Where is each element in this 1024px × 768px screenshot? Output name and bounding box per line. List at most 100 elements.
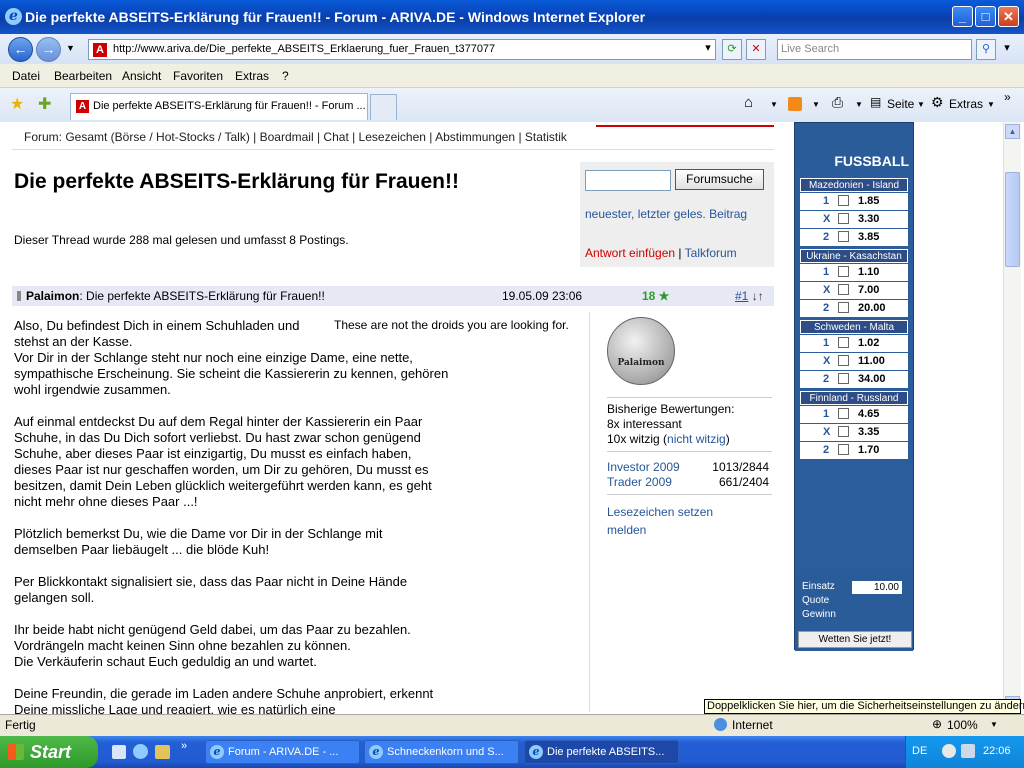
zone-text[interactable]: Internet xyxy=(732,718,773,732)
rss-feed-icon[interactable] xyxy=(788,97,802,111)
menu-ansicht[interactable]: Ansicht xyxy=(122,69,161,83)
extras-menu[interactable]: Extras xyxy=(949,97,983,111)
bookmark-link[interactable]: Lesezeichen setzen xyxy=(607,505,713,519)
menu-help[interactable]: ? xyxy=(282,69,289,83)
chevron-more-icon[interactable]: » xyxy=(1004,90,1011,104)
odds-key: 1 xyxy=(823,408,830,420)
tab-active[interactable]: A Die perfekte ABSEITS-Erklärung für Fra… xyxy=(70,93,368,120)
avatar[interactable]: Palaimon xyxy=(607,317,675,385)
odds-checkbox[interactable] xyxy=(838,426,849,437)
odds-key: X xyxy=(823,355,831,367)
talkforum-link[interactable]: Talkforum xyxy=(685,246,737,260)
task-forum-ariva[interactable]: e Forum - ARIVA.DE - ... xyxy=(205,740,360,764)
post-number-link[interactable]: #1 xyxy=(735,289,748,303)
odds-checkbox[interactable] xyxy=(838,337,849,348)
stop-button[interactable]: ✕ xyxy=(746,39,766,60)
odds-value: 4.65 xyxy=(858,408,880,420)
odds-checkbox[interactable] xyxy=(838,231,849,242)
task-ie-icon: e xyxy=(529,745,543,759)
quicklaunch-more-icon[interactable]: » xyxy=(181,740,187,752)
search-options-icon[interactable]: ▾ xyxy=(997,39,1017,60)
report-link[interactable]: melden xyxy=(607,523,646,537)
minimize-button[interactable]: _ xyxy=(952,6,973,27)
favorites-star-icon[interactable]: ★ xyxy=(10,94,24,114)
quicklaunch-ie-icon[interactable] xyxy=(133,744,148,759)
trader-value: 661/2404 xyxy=(718,475,769,489)
odds-checkbox[interactable] xyxy=(838,195,849,206)
ariva-favicon-icon: A xyxy=(93,43,107,57)
add-favorite-icon[interactable]: ✚ xyxy=(38,94,51,114)
menu-favoriten[interactable]: Favoriten xyxy=(173,69,223,83)
odds-checkbox[interactable] xyxy=(838,266,849,277)
post-author-line: Palaimon: Die perfekte ABSEITS-Erklärung… xyxy=(26,286,325,306)
forum-search-input[interactable] xyxy=(585,170,671,191)
start-button[interactable]: Start xyxy=(0,736,98,768)
answer-link[interactable]: Antwort einfügen xyxy=(585,246,675,260)
print-dropdown-icon[interactable]: ▼ xyxy=(855,100,863,109)
odds-checkbox[interactable] xyxy=(838,284,849,295)
live-search-input[interactable]: Live Search xyxy=(777,39,972,60)
close-window-button[interactable]: ✕ xyxy=(998,6,1019,27)
home-icon[interactable]: ⌂ xyxy=(744,94,753,111)
feed-dropdown-icon[interactable]: ▼ xyxy=(812,100,820,109)
quicklaunch-explorer-icon[interactable] xyxy=(155,745,170,759)
forward-button[interactable]: → xyxy=(36,37,61,62)
odds-row: 1 4.65 xyxy=(800,406,908,423)
forum-top-nav[interactable]: Forum: Gesamt (Börse / Hot-Stocks / Talk… xyxy=(12,126,774,150)
zoom-level[interactable]: 100% xyxy=(947,718,978,732)
history-dropdown-icon[interactable]: ▼ xyxy=(66,43,75,53)
home-dropdown-icon[interactable]: ▼ xyxy=(770,100,778,109)
ad-header: FUSSBALL xyxy=(795,123,913,171)
window-title: Die perfekte ABSEITS-Erklärung für Fraue… xyxy=(25,9,646,25)
einsatz-input[interactable]: 10.00 xyxy=(852,581,902,594)
nicht-witzig-link[interactable]: nicht witzig xyxy=(667,432,726,446)
odds-value: 7.00 xyxy=(858,284,880,296)
odds-checkbox[interactable] xyxy=(838,213,849,224)
zoom-dropdown-icon[interactable]: ▼ xyxy=(990,720,998,729)
odds-checkbox[interactable] xyxy=(838,355,849,366)
scroll-thumb[interactable] xyxy=(1005,172,1020,267)
tray-status-icon[interactable] xyxy=(942,744,956,758)
seite-dropdown-icon[interactable]: ▼ xyxy=(917,100,925,109)
investor-link[interactable]: Investor 2009 xyxy=(607,460,680,474)
url-dropdown-icon[interactable]: ▾ xyxy=(698,39,718,60)
menu-bearbeiten[interactable]: Bearbeiten xyxy=(54,69,112,83)
search-icon[interactable]: ⚲ xyxy=(976,39,996,60)
post-nav-arrows[interactable]: ↓↑ xyxy=(748,289,764,303)
latest-post-link[interactable]: neuester, letzter geles. Beitrag xyxy=(585,207,747,221)
seite-menu[interactable]: Seite xyxy=(887,97,914,111)
extras-dropdown-icon[interactable]: ▼ xyxy=(987,100,995,109)
ratings-title: Bisherige Bewertungen: xyxy=(607,402,735,416)
scroll-up-icon[interactable]: ▲ xyxy=(1005,124,1020,139)
post-author[interactable]: Palaimon xyxy=(26,289,79,303)
task-ie-icon: e xyxy=(210,745,224,759)
address-input[interactable]: A http://www.ariva.de/Die_perfekte_ABSEI… xyxy=(88,39,716,60)
odds-checkbox[interactable] xyxy=(838,408,849,419)
back-button[interactable]: ← xyxy=(8,37,33,62)
post-stars[interactable]: 18 ★ xyxy=(642,286,669,306)
task-abseits-active[interactable]: e Die perfekte ABSEITS... xyxy=(524,740,679,764)
maximize-button[interactable]: □ xyxy=(975,6,996,27)
print-icon[interactable]: ⎙ xyxy=(832,94,843,111)
odds-value: 34.00 xyxy=(858,373,886,385)
tray-network-icon[interactable] xyxy=(961,744,975,758)
new-tab-button[interactable] xyxy=(370,94,397,120)
odds-checkbox[interactable] xyxy=(838,444,849,455)
odds-value: 1.02 xyxy=(858,337,880,349)
trader-link[interactable]: Trader 2009 xyxy=(607,475,672,489)
menu-extras[interactable]: Extras xyxy=(235,69,269,83)
bet-now-button[interactable]: Wetten Sie jetzt! xyxy=(798,631,912,648)
menu-datei[interactable]: Datei xyxy=(12,69,40,83)
page-scrollbar[interactable]: ▲ ▼ xyxy=(1003,122,1021,714)
odds-checkbox[interactable] xyxy=(838,302,849,313)
task-schneckenkorn[interactable]: e Schneckenkorn und S... xyxy=(364,740,519,764)
quicklaunch-desktop-icon[interactable] xyxy=(112,745,126,759)
match-header: Finnland - Russland xyxy=(800,391,908,405)
language-indicator[interactable]: DE xyxy=(912,745,927,757)
forum-search-button[interactable]: Forumsuche xyxy=(675,169,764,190)
refresh-button[interactable]: ⟳ xyxy=(722,39,742,60)
start-label: Start xyxy=(30,742,72,762)
odds-key: 1 xyxy=(823,266,830,278)
address-toolbar: ← → ▼ A http://www.ariva.de/Die_perfekte… xyxy=(0,34,1024,64)
odds-checkbox[interactable] xyxy=(838,373,849,384)
